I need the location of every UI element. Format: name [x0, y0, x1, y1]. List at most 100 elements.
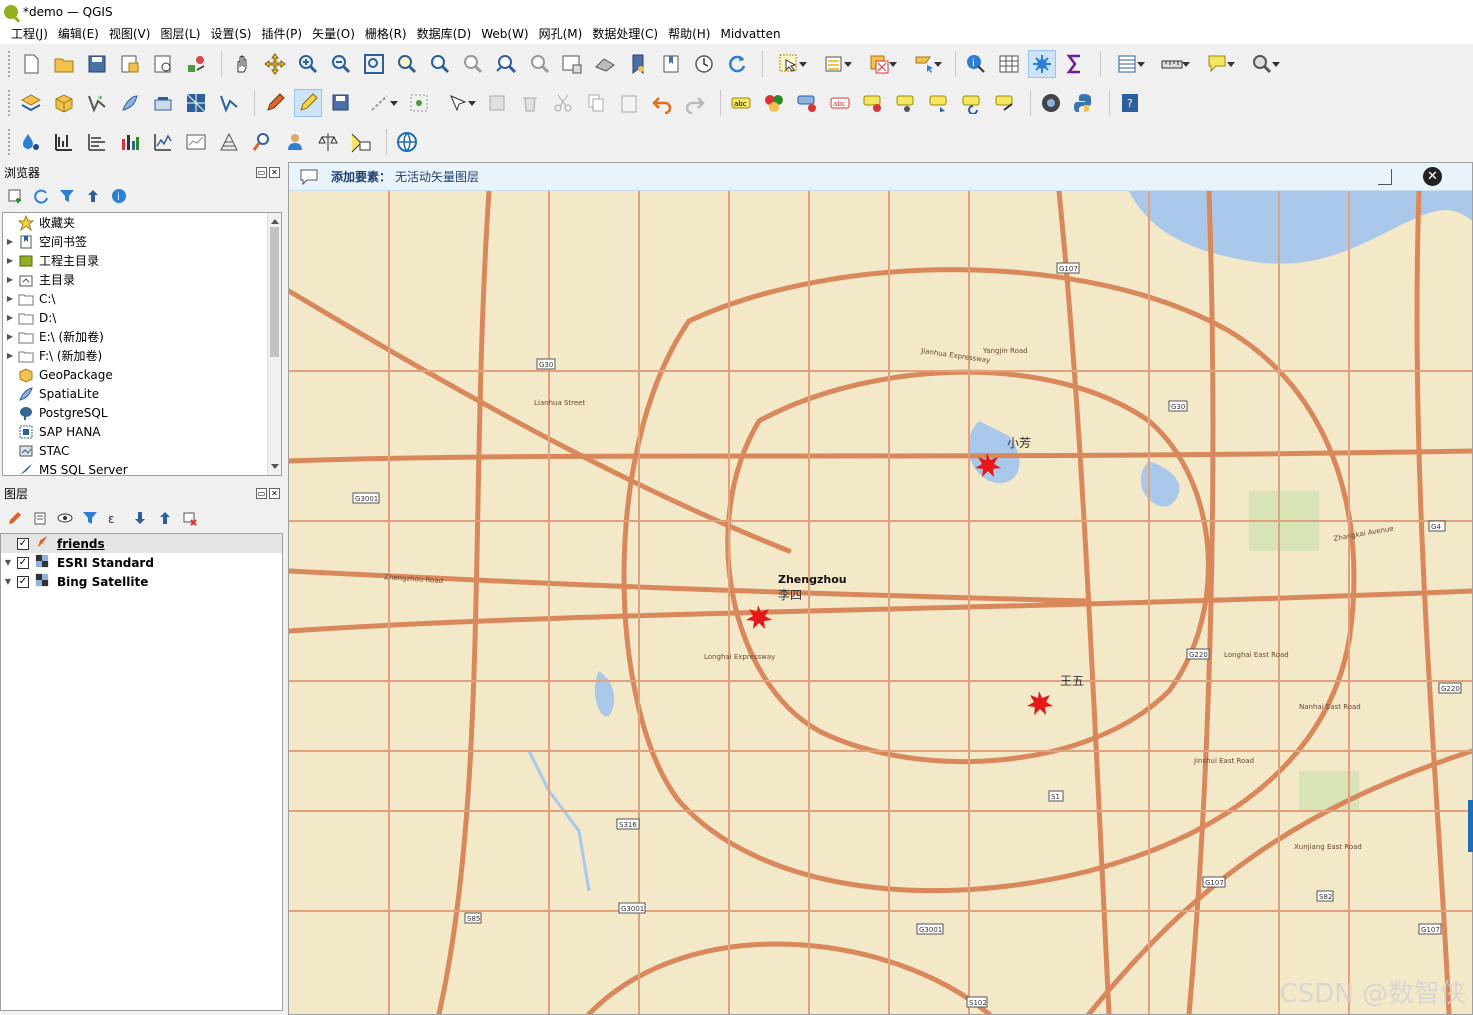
- expand-arrow-icon[interactable]: [3, 422, 17, 441]
- menu-processing[interactable]: 数据处理(C): [587, 25, 663, 42]
- attributes-table-menu-icon[interactable]: [1107, 50, 1147, 78]
- layer-visibility-checkbox[interactable]: ✓: [17, 556, 29, 569]
- menu-settings[interactable]: 设置(S): [206, 25, 257, 42]
- new-3d-map-view-icon[interactable]: [591, 50, 619, 78]
- expand-arrow-icon[interactable]: ▶: [3, 327, 17, 346]
- scroll-down-arrow-icon[interactable]: [271, 464, 279, 473]
- browser-scrollbar[interactable]: [267, 213, 281, 475]
- pan-map-icon[interactable]: [228, 50, 256, 78]
- new-map-view-icon[interactable]: [558, 50, 586, 78]
- bar-chart-plot-icon[interactable]: [116, 128, 144, 156]
- move-label-icon[interactable]: [892, 89, 920, 117]
- filter-legend-by-expression-icon[interactable]: ε: [106, 509, 124, 527]
- menu-web[interactable]: Web(W): [476, 27, 533, 41]
- show-bookmarks-icon[interactable]: [657, 50, 685, 78]
- filter-browser-icon[interactable]: [58, 187, 76, 205]
- zoom-to-layer-icon[interactable]: [426, 50, 454, 78]
- copy-features-icon[interactable]: [582, 89, 610, 117]
- web-globe-icon[interactable]: [393, 128, 421, 156]
- new-temporary-scratch-layer-icon[interactable]: [215, 89, 243, 117]
- float-panel-icon[interactable]: ▭: [256, 487, 267, 499]
- style-manager-icon[interactable]: [182, 50, 210, 78]
- browser-item-spatial-bookmarks[interactable]: ▶ 空间书签: [3, 232, 281, 251]
- menu-edit[interactable]: 编辑(E): [53, 25, 104, 42]
- expand-arrow-icon[interactable]: ▶: [3, 251, 17, 270]
- expand-arrow-icon[interactable]: [3, 213, 17, 232]
- user-report-icon[interactable]: [281, 128, 309, 156]
- layer-row-bing-satellite[interactable]: ▼ ✓ Bing Satellite: [1, 572, 282, 591]
- browser-item-home[interactable]: ▶ 主目录: [3, 270, 281, 289]
- piper-diagram-icon[interactable]: [215, 128, 243, 156]
- menu-mesh[interactable]: 网孔(M): [534, 25, 588, 42]
- message-pin-icon[interactable]: [1378, 169, 1392, 185]
- layout-manager-icon[interactable]: [149, 50, 177, 78]
- locator-search-icon[interactable]: [1242, 50, 1282, 78]
- show-hide-labels-icon[interactable]: [859, 89, 887, 117]
- menu-view[interactable]: 视图(V): [104, 25, 156, 42]
- open-attribute-table-icon[interactable]: [995, 50, 1023, 78]
- close-message-icon[interactable]: ✕: [1423, 167, 1442, 186]
- water-drop-icon[interactable]: [17, 128, 45, 156]
- menu-plugins[interactable]: 插件(P): [256, 25, 307, 42]
- browser-tree[interactable]: 收藏夹 ▶ 空间书签 ▶ 工程主目录 ▶ 主目录 ▶ C:\ ▶ D:\ ▶ E:\ (新加…: [2, 212, 282, 476]
- browser-item-geopackage[interactable]: GeoPackage: [3, 365, 281, 384]
- menu-vector[interactable]: 矢量(O): [307, 25, 360, 42]
- browser-item-drive-e[interactable]: ▶ E:\ (新加卷): [3, 327, 281, 346]
- calibration-icon[interactable]: [314, 128, 342, 156]
- map-tips-icon[interactable]: [1197, 50, 1237, 78]
- filter-legend-icon[interactable]: [81, 509, 99, 527]
- statistical-summary-icon[interactable]: [1061, 50, 1089, 78]
- new-print-layout-icon[interactable]: [116, 50, 144, 78]
- menu-help[interactable]: 帮助(H): [663, 25, 715, 42]
- toolbar-grip[interactable]: [8, 90, 11, 116]
- right-edge-tab[interactable]: [1468, 800, 1473, 852]
- identify-features-icon[interactable]: i: [962, 50, 990, 78]
- browser-item-spatialite[interactable]: SpatiaLite: [3, 384, 281, 403]
- expand-arrow-icon[interactable]: [3, 365, 17, 384]
- undo-icon[interactable]: [648, 89, 676, 117]
- python-console-icon[interactable]: [1070, 89, 1098, 117]
- collapse-all-layers-icon[interactable]: [156, 509, 174, 527]
- toggle-editing-icon[interactable]: [294, 89, 322, 117]
- digitize-line-icon[interactable]: [360, 89, 400, 117]
- deselect-features-icon[interactable]: [859, 50, 899, 78]
- menu-raster[interactable]: 栅格(R): [360, 25, 412, 42]
- add-selected-layers-icon[interactable]: [6, 187, 24, 205]
- layer-labeling-options-icon[interactable]: abc: [727, 89, 755, 117]
- manage-map-themes-icon[interactable]: [56, 509, 74, 527]
- zoom-to-selection-icon[interactable]: [393, 50, 421, 78]
- expand-arrow-icon[interactable]: [3, 403, 17, 422]
- browser-item-drive-c[interactable]: ▶ C:\: [3, 289, 281, 308]
- measure-line-icon[interactable]: [1152, 50, 1192, 78]
- section-plot-icon[interactable]: [50, 128, 78, 156]
- pin-unpin-labels-icon[interactable]: abc: [826, 89, 854, 117]
- close-panel-icon[interactable]: ✕: [269, 166, 280, 178]
- new-spatialite-layer-icon[interactable]: [116, 89, 144, 117]
- current-edits-icon[interactable]: [261, 89, 289, 117]
- map-canvas[interactable]: G30 G107 G3001 G4 S316 S1 G220 S82 S85 S…: [289, 191, 1472, 1014]
- change-label-properties-icon[interactable]: [958, 89, 986, 117]
- search-object-icon[interactable]: [248, 128, 276, 156]
- new-virtual-layer-icon[interactable]: [149, 89, 177, 117]
- layer-row-esri-standard[interactable]: ▼ ✓ ESRI Standard: [1, 553, 282, 572]
- layer-visibility-checkbox[interactable]: ✓: [17, 537, 29, 550]
- menu-database[interactable]: 数据库(D): [412, 25, 477, 42]
- save-layer-edits-icon[interactable]: [327, 89, 355, 117]
- select-features-icon[interactable]: [769, 50, 809, 78]
- expand-arrow-icon[interactable]: ▼: [1, 577, 15, 586]
- browser-item-drive-f[interactable]: ▶ F:\ (新加卷): [3, 346, 281, 365]
- expand-arrow-icon[interactable]: ▶: [3, 232, 17, 251]
- new-shapefile-layer-icon[interactable]: *: [83, 89, 111, 117]
- new-mesh-layer-icon[interactable]: [182, 89, 210, 117]
- modify-attributes-icon[interactable]: [438, 89, 478, 117]
- expand-arrow-icon[interactable]: ▶: [3, 308, 17, 327]
- pan-to-selection-icon[interactable]: [261, 50, 289, 78]
- refresh-icon[interactable]: [723, 50, 751, 78]
- save-project-icon[interactable]: [83, 50, 111, 78]
- expand-arrow-icon[interactable]: ▶: [3, 270, 17, 289]
- browser-item-stac[interactable]: STAC: [3, 441, 281, 460]
- layer-diagram-options-icon[interactable]: [760, 89, 788, 117]
- toolbar-grip[interactable]: [8, 51, 11, 77]
- cut-features-icon[interactable]: [549, 89, 577, 117]
- new-project-icon[interactable]: [17, 50, 45, 78]
